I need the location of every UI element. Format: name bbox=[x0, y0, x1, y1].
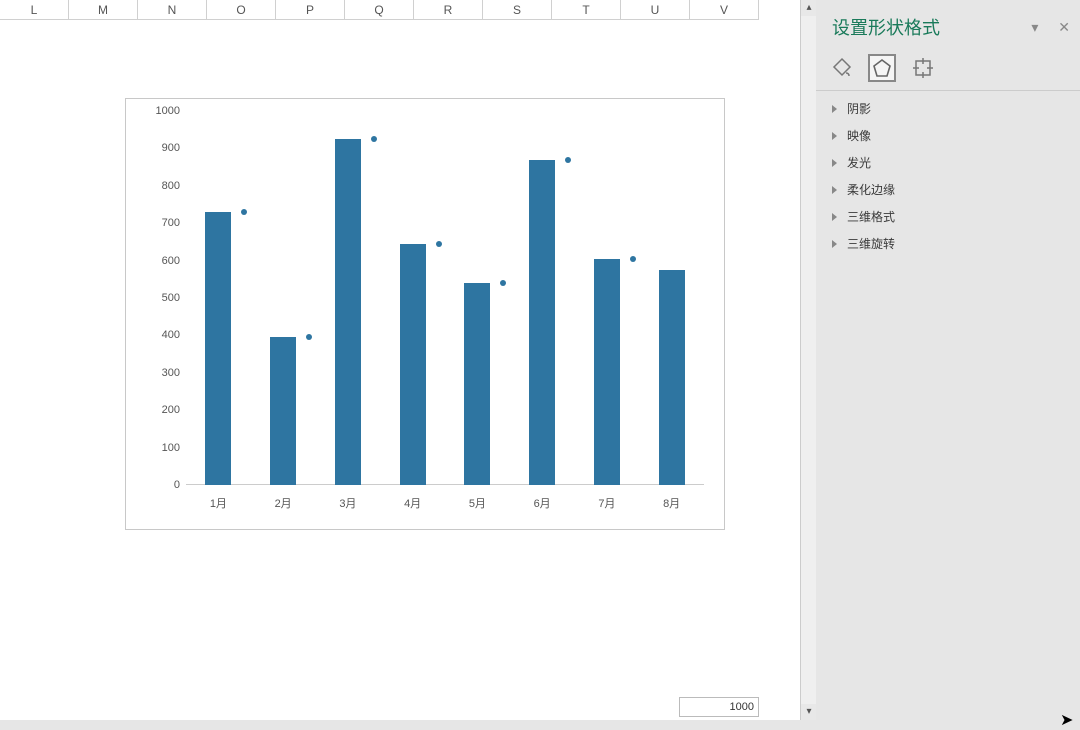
vertical-scrollbar[interactable]: ▴ ▾ bbox=[800, 0, 817, 720]
effect-row[interactable]: 映像 bbox=[824, 122, 1072, 149]
y-tick: 700 bbox=[162, 217, 180, 229]
effect-label: 三维格式 bbox=[847, 208, 895, 225]
col-header-T[interactable]: T bbox=[552, 0, 621, 20]
x-tick: 5月 bbox=[469, 495, 486, 511]
pane-dropdown-icon[interactable]: ▾ bbox=[1031, 19, 1038, 35]
pane-close-icon[interactable]: ✕ bbox=[1058, 19, 1070, 35]
effects-icon[interactable] bbox=[868, 54, 896, 82]
col-header-P[interactable]: P bbox=[276, 0, 345, 20]
bar[interactable] bbox=[464, 283, 490, 485]
col-header-O[interactable]: O bbox=[207, 0, 276, 20]
data-point[interactable] bbox=[436, 241, 442, 247]
data-point[interactable] bbox=[306, 334, 312, 340]
effect-label: 发光 bbox=[847, 154, 871, 171]
effect-label: 阴影 bbox=[847, 100, 871, 117]
mouse-cursor-icon: ➤ bbox=[1060, 710, 1073, 730]
bar[interactable] bbox=[205, 212, 231, 485]
fill-line-icon[interactable] bbox=[830, 56, 854, 80]
pane-title: 设置形状格式 bbox=[832, 14, 940, 40]
expand-icon bbox=[832, 240, 837, 248]
bar[interactable] bbox=[335, 139, 361, 485]
effects-list: 阴影映像发光柔化边缘三维格式三维旋转 bbox=[816, 95, 1080, 257]
y-tick: 300 bbox=[162, 367, 180, 379]
y-tick: 600 bbox=[162, 255, 180, 267]
bar[interactable] bbox=[594, 259, 620, 485]
data-point[interactable] bbox=[565, 157, 571, 163]
col-header-Q[interactable]: Q bbox=[345, 0, 414, 20]
y-tick: 400 bbox=[162, 329, 180, 341]
x-axis: 1月 2月 3月 4月 5月 6月 7月 8月 bbox=[186, 493, 704, 517]
x-tick: 1月 bbox=[210, 495, 227, 511]
axis-baseline bbox=[186, 484, 704, 485]
floating-value-cell[interactable]: 1000 bbox=[679, 697, 759, 717]
chart-container[interactable]: 0 100 200 300 400 500 600 700 800 900 1000 1月 2月 3月 4… bbox=[125, 98, 725, 530]
expand-icon bbox=[832, 159, 837, 167]
effect-row[interactable]: 柔化边缘 bbox=[824, 176, 1072, 203]
scroll-up-icon[interactable]: ▴ bbox=[801, 0, 817, 16]
col-header-N[interactable]: N bbox=[138, 0, 207, 20]
col-header-M[interactable]: M bbox=[69, 0, 138, 20]
worksheet-area[interactable]: LMNOPQRSTUV 0 100 200 300 400 500 600 700 800 900… bbox=[0, 0, 800, 720]
data-point[interactable] bbox=[241, 209, 247, 215]
col-header-S[interactable]: S bbox=[483, 0, 552, 20]
col-header-U[interactable]: U bbox=[621, 0, 690, 20]
y-axis: 01002003004005006007008009001000 bbox=[126, 111, 184, 485]
expand-icon bbox=[832, 132, 837, 140]
plot-area[interactable] bbox=[186, 111, 704, 485]
effect-label: 三维旋转 bbox=[847, 235, 895, 252]
bar[interactable] bbox=[529, 160, 555, 485]
effect-row[interactable]: 阴影 bbox=[824, 95, 1072, 122]
col-header-L[interactable]: L bbox=[0, 0, 69, 20]
y-tick: 800 bbox=[162, 180, 180, 192]
x-tick: 4月 bbox=[404, 495, 421, 511]
effect-row[interactable]: 发光 bbox=[824, 149, 1072, 176]
x-tick: 8月 bbox=[663, 495, 680, 511]
bar[interactable] bbox=[659, 270, 685, 485]
data-point[interactable] bbox=[371, 136, 377, 142]
y-tick: 900 bbox=[162, 142, 180, 154]
size-properties-icon[interactable] bbox=[911, 56, 935, 80]
x-tick: 2月 bbox=[275, 495, 292, 511]
y-tick: 200 bbox=[162, 404, 180, 416]
y-tick: 500 bbox=[162, 292, 180, 304]
bar[interactable] bbox=[400, 244, 426, 485]
y-tick: 1000 bbox=[156, 105, 180, 117]
effect-label: 映像 bbox=[847, 127, 871, 144]
bar[interactable] bbox=[270, 337, 296, 485]
x-tick: 3月 bbox=[339, 495, 356, 511]
scroll-down-icon[interactable]: ▾ bbox=[801, 704, 817, 720]
format-shape-pane: 设置形状格式 ▾ ✕ 阴影映像发光柔化边缘三维格式三维旋转 bbox=[816, 0, 1080, 720]
expand-icon bbox=[832, 105, 837, 113]
x-tick: 6月 bbox=[534, 495, 551, 511]
effect-label: 柔化边缘 bbox=[847, 181, 895, 198]
data-point[interactable] bbox=[500, 280, 506, 286]
col-header-R[interactable]: R bbox=[414, 0, 483, 20]
y-tick: 100 bbox=[162, 442, 180, 454]
x-tick: 7月 bbox=[598, 495, 615, 511]
column-headers: LMNOPQRSTUV bbox=[0, 0, 800, 20]
pane-category-icons bbox=[816, 46, 1080, 91]
expand-icon bbox=[832, 213, 837, 221]
data-point[interactable] bbox=[630, 256, 636, 262]
expand-icon bbox=[832, 186, 837, 194]
col-header-V[interactable]: V bbox=[690, 0, 759, 20]
effect-row[interactable]: 三维格式 bbox=[824, 203, 1072, 230]
y-tick: 0 bbox=[174, 479, 180, 491]
effect-row[interactable]: 三维旋转 bbox=[824, 230, 1072, 257]
